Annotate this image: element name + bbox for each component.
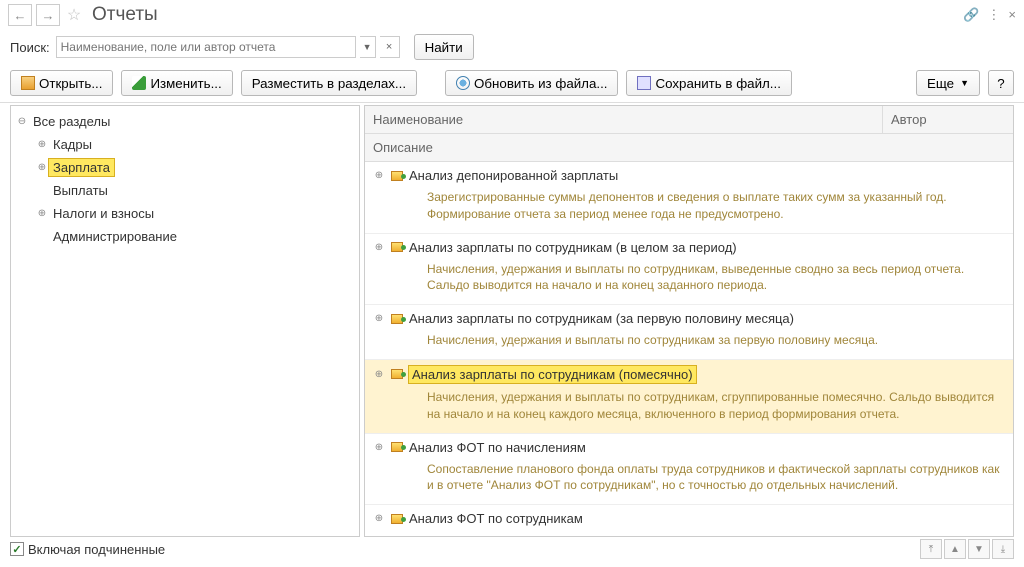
tree-item-kadry[interactable]: ⊕ Кадры (11, 133, 359, 156)
expand-icon[interactable]: ⊕ (373, 513, 385, 524)
search-dropdown[interactable]: ▼ (360, 36, 376, 58)
tree-item-admin[interactable]: Администрирование (11, 225, 359, 248)
scroll-up-button[interactable]: ▲ (944, 539, 966, 559)
expand-icon[interactable]: ⊕ (35, 162, 49, 173)
save-button[interactable]: Сохранить в файл... (626, 70, 791, 96)
expand-icon[interactable]: ⊕ (373, 170, 385, 181)
tree-root[interactable]: ⊖ Все разделы (11, 110, 359, 133)
menu-icon[interactable]: ⋮ (987, 7, 1000, 23)
include-subordinate-checkbox[interactable]: ✓ Включая подчиненные (10, 542, 165, 557)
checkbox-icon: ✓ (10, 542, 24, 556)
expand-icon[interactable]: ⊕ (35, 139, 49, 150)
edit-button[interactable]: Изменить... (121, 70, 232, 96)
find-button[interactable]: Найти (414, 34, 474, 60)
refresh-icon (456, 76, 470, 90)
report-icon (391, 514, 403, 524)
collapse-icon[interactable]: ⊖ (15, 116, 29, 127)
search-label: Поиск: (10, 40, 50, 55)
help-button[interactable]: ? (988, 70, 1014, 96)
place-button[interactable]: Разместить в разделах... (241, 70, 417, 96)
tree-item-vyplaty[interactable]: Выплаты (11, 179, 359, 202)
refresh-button[interactable]: Обновить из файла... (445, 70, 618, 96)
report-list: Наименование Автор Описание ⊕ Анализ деп… (364, 105, 1014, 537)
tree-item-zarplata[interactable]: ⊕ Зарплата (11, 156, 359, 179)
search-clear[interactable]: × (380, 36, 400, 58)
tree-item-nalogi[interactable]: ⊕ Налоги и взносы (11, 202, 359, 225)
expand-icon[interactable]: ⊕ (373, 242, 385, 253)
report-icon (391, 242, 403, 252)
report-icon (391, 314, 403, 324)
report-row[interactable]: ⊕ Анализ ФОТ по начислениям Сопоставлени… (365, 434, 1013, 506)
report-row[interactable]: ⊕ Анализ зарплаты по сотрудникам (в цело… (365, 234, 1013, 306)
more-button[interactable]: Еще▼ (916, 70, 980, 96)
edit-icon (132, 76, 146, 90)
open-icon (21, 76, 35, 90)
sections-tree: ⊖ Все разделы ⊕ Кадры ⊕ Зарплата Выплаты… (10, 105, 360, 537)
report-icon (391, 171, 403, 181)
open-button[interactable]: Открыть... (10, 70, 113, 96)
search-input[interactable] (56, 36, 356, 58)
expand-icon[interactable]: ⊕ (35, 208, 49, 219)
report-row[interactable]: ⊕ Анализ зарплаты по сотрудникам (за пер… (365, 305, 1013, 360)
report-row[interactable]: ⊕ Анализ депонированной зарплаты Зарегис… (365, 162, 1013, 234)
back-button[interactable]: ← (8, 4, 32, 26)
scroll-top-button[interactable]: ⤒ (920, 539, 942, 559)
col-author[interactable]: Автор (883, 106, 1013, 133)
col-name[interactable]: Наименование (365, 106, 883, 133)
report-row-selected[interactable]: ⊕ Анализ зарплаты по сотрудникам (помеся… (365, 360, 1013, 434)
page-title: Отчеты (92, 4, 158, 26)
forward-button[interactable]: → (36, 4, 60, 26)
report-row[interactable]: ⊕ Анализ ФОТ по сотрудникам (365, 505, 1013, 537)
close-icon[interactable]: × (1008, 7, 1016, 23)
scroll-bottom-button[interactable]: ⤓ (992, 539, 1014, 559)
favorite-icon[interactable]: ☆ (64, 5, 84, 25)
expand-icon[interactable]: ⊕ (373, 442, 385, 453)
expand-icon[interactable]: ⊕ (373, 369, 385, 380)
expand-icon[interactable]: ⊕ (373, 313, 385, 324)
report-icon (391, 369, 403, 379)
report-icon (391, 442, 403, 452)
col-desc: Описание (365, 134, 1013, 162)
save-icon (637, 76, 651, 90)
link-icon[interactable]: 🔗 (963, 7, 979, 23)
scroll-down-button[interactable]: ▼ (968, 539, 990, 559)
